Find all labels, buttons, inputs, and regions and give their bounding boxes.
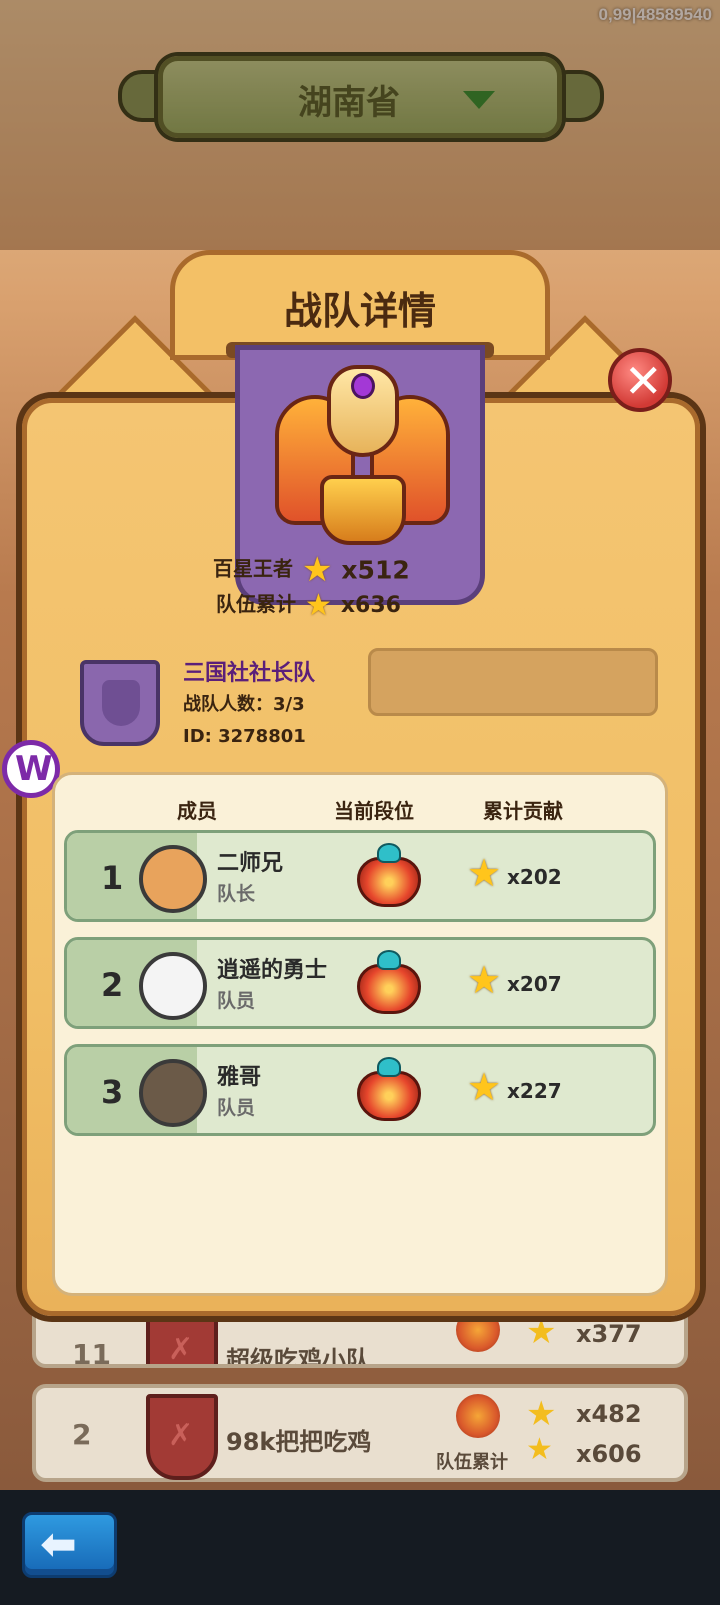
stat-label: 队伍累计 xyxy=(216,592,296,616)
team-member-count: 战队人数：3/3 xyxy=(183,694,305,715)
back-arrow-icon: ⬅ xyxy=(40,1519,77,1570)
member-role: 队员 xyxy=(217,1097,256,1119)
back-button[interactable]: ⬅ xyxy=(22,1512,117,1578)
ranking-value: x377 xyxy=(576,1320,642,1348)
member-row[interactable]: 1 二师兄 队长 ★ x202 xyxy=(64,830,656,922)
stat-value: x636 xyxy=(340,593,401,618)
team-flag-icon: ✗ xyxy=(146,1394,218,1480)
ranking-row[interactable]: 2 ✗ 98k把把吃鸡 ★ x482 队伍累计 ★ x606 xyxy=(32,1384,688,1482)
star-icon: ★ xyxy=(301,550,333,590)
ranking-sub-label: 队伍累计 xyxy=(436,1452,508,1473)
team-flag-icon: ✗ xyxy=(146,1308,218,1364)
dragon-emblem-icon xyxy=(275,355,450,555)
star-icon: ★ xyxy=(467,958,502,1002)
member-rank: 2 xyxy=(101,966,124,1004)
member-contribution: x227 xyxy=(507,1079,562,1103)
member-contribution: x207 xyxy=(507,972,562,996)
member-role: 队员 xyxy=(217,990,256,1012)
member-name: 二师兄 xyxy=(217,851,284,876)
member-row[interactable]: 3 雅哥 队员 ★ x227 xyxy=(64,1044,656,1136)
member-rank: 1 xyxy=(101,859,124,897)
ranking-rank: 2 xyxy=(72,1418,92,1451)
ranking-team-name: 98k把把吃鸡 xyxy=(226,1428,372,1456)
modal-overlay xyxy=(0,0,720,250)
stat-row-1: 百星王者 ★ x512 xyxy=(213,550,410,590)
member-rank: 3 xyxy=(101,1073,124,1111)
column-header-contribution: 累计贡献 xyxy=(483,799,563,823)
avatar[interactable] xyxy=(139,845,207,913)
stat-row-2: 队伍累计 ★ x636 xyxy=(216,588,401,623)
member-row[interactable]: 2 逍遥的勇士 队员 ★ x207 xyxy=(64,937,656,1029)
star-icon: ★ xyxy=(304,588,332,623)
rank-emblem-icon xyxy=(357,1057,421,1125)
ranking-sub-value: x606 xyxy=(576,1440,642,1468)
avatar[interactable] xyxy=(139,1059,207,1127)
star-icon: ★ xyxy=(467,851,502,895)
star-icon: ★ xyxy=(526,1312,557,1352)
panel-title: 战队详情 xyxy=(283,289,436,333)
rank-emblem-icon xyxy=(456,1394,500,1438)
star-icon: ★ xyxy=(526,1432,553,1467)
team-name: 三国社社长队 xyxy=(183,661,316,686)
rank-emblem-icon xyxy=(357,843,421,911)
column-header-member: 成员 xyxy=(177,799,217,823)
member-name: 雅哥 xyxy=(217,1065,262,1090)
column-header-rank: 当前段位 xyxy=(334,799,414,823)
close-icon: ✕ xyxy=(624,354,663,408)
member-name: 逍遥的勇士 xyxy=(217,958,328,983)
member-contribution: x202 xyxy=(507,865,562,889)
rank-emblem-icon xyxy=(357,950,421,1018)
team-flag-icon xyxy=(80,660,160,746)
ranking-rank: 11 xyxy=(72,1338,111,1368)
star-icon: ★ xyxy=(526,1394,557,1434)
close-button[interactable]: ✕ xyxy=(608,348,672,412)
team-action-box[interactable] xyxy=(368,648,658,716)
ranking-team-name: 超级吃鸡小队 xyxy=(226,1346,370,1368)
member-role: 队长 xyxy=(217,883,256,905)
team-id: ID: 3278801 xyxy=(183,726,306,747)
stat-value: x512 xyxy=(341,555,410,585)
stat-label: 百星王者 xyxy=(213,556,293,581)
star-icon: ★ xyxy=(467,1065,502,1109)
ranking-value: x482 xyxy=(576,1400,642,1428)
avatar[interactable] xyxy=(139,952,207,1020)
